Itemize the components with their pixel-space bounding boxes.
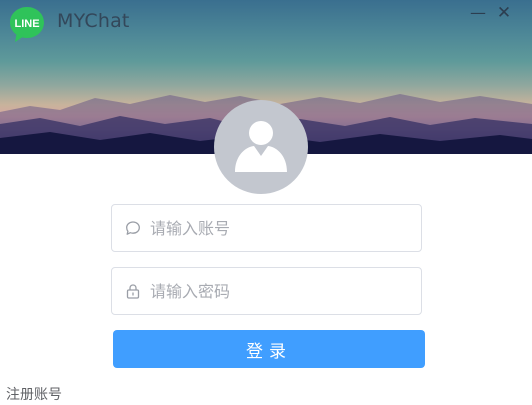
minimize-button[interactable]: — [467, 2, 489, 24]
lock-icon [125, 283, 141, 299]
chat-bubble-icon [125, 220, 141, 236]
close-button[interactable]: ✕ [493, 2, 515, 24]
register-link[interactable]: 注册账号 [6, 384, 62, 404]
title-bar: LINE MYChat — ✕ [0, 0, 532, 44]
password-input[interactable] [150, 268, 410, 314]
user-silhouette-icon [235, 121, 287, 172]
account-input[interactable] [150, 205, 410, 251]
line-logo-icon: LINE [8, 4, 46, 42]
app-title: MYChat [57, 10, 130, 32]
account-field[interactable] [111, 204, 422, 252]
login-window: LINE MYChat — ✕ 登录 注册账号 [0, 0, 532, 405]
password-field[interactable] [111, 267, 422, 315]
avatar [214, 100, 308, 194]
login-button[interactable]: 登录 [113, 330, 425, 368]
logo-text: LINE [14, 18, 39, 30]
